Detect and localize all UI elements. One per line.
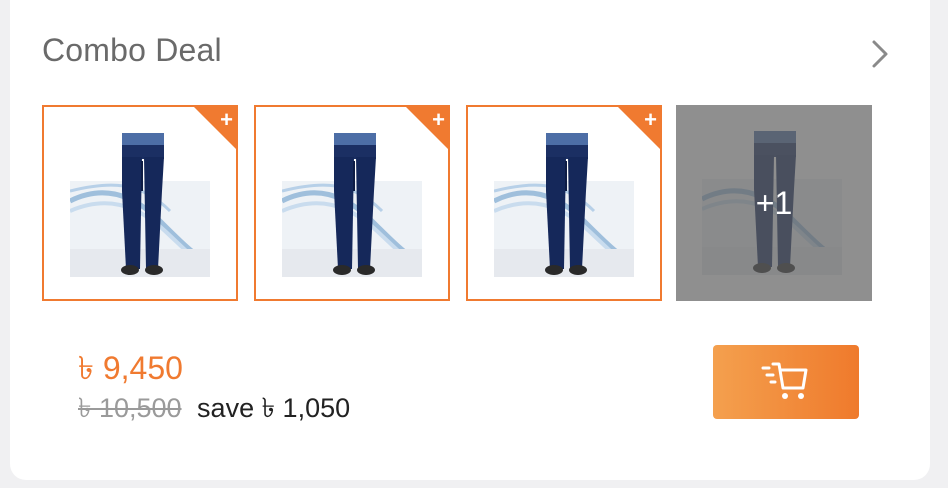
combo-item[interactable]: +: [254, 105, 450, 301]
chevron-right-icon[interactable]: [868, 38, 892, 70]
more-items-tile[interactable]: +1: [676, 105, 872, 301]
product-image: [282, 131, 422, 277]
save-amount: ৳ 1,050: [261, 393, 351, 423]
save-label: save: [197, 393, 255, 423]
original-price: ৳ 10,500: [78, 393, 182, 423]
combo-deal-card: Combo Deal + + + +1 ৳ 9,450 ৳ 10,500 sav…: [10, 0, 930, 480]
combo-item[interactable]: +: [466, 105, 662, 301]
add-to-cart-icon: [761, 362, 808, 399]
price-details: ৳ 10,500 save ৳ 1,050: [78, 388, 350, 433]
section-title: Combo Deal: [42, 32, 222, 68]
combo-item[interactable]: +: [42, 105, 238, 301]
plus-icon: +: [432, 107, 445, 132]
plus-icon: +: [220, 107, 233, 132]
product-image: [70, 131, 210, 277]
plus-icon: +: [644, 107, 657, 132]
product-image: [494, 131, 634, 277]
more-count: +1: [755, 185, 793, 221]
add-to-cart-button[interactable]: [713, 345, 859, 419]
